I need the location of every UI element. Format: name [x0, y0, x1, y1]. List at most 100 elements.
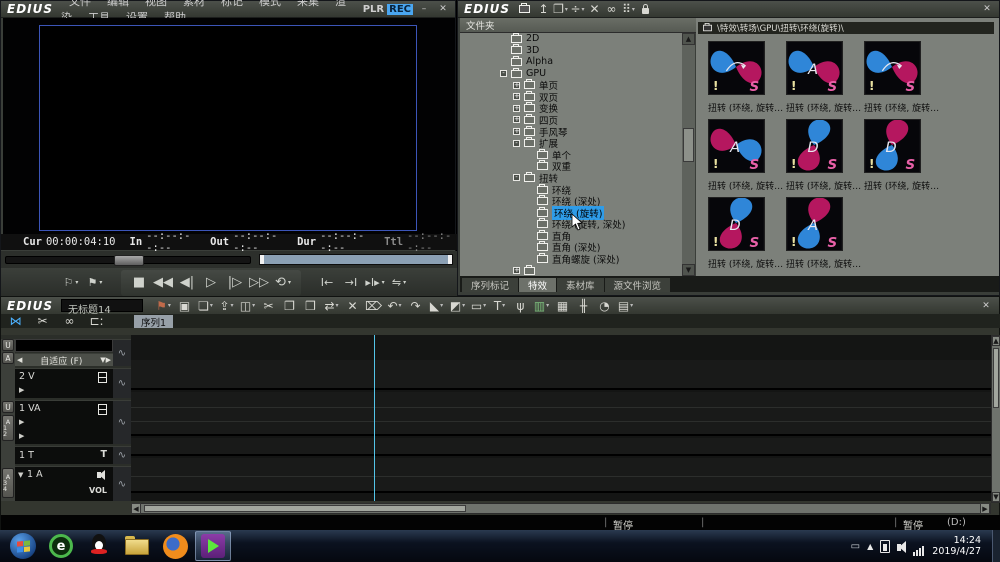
channel-map-select[interactable]: ◀ 自适应 (F) ▼▶ — [15, 353, 113, 367]
view-mode-icon[interactable]: ⠿ ▾ — [620, 2, 637, 17]
start-button[interactable] — [5, 531, 41, 561]
tree-item-Alpha[interactable]: Alpha — [460, 55, 682, 68]
loop-play-icon[interactable]: ⟲ ▾ — [273, 273, 293, 293]
lane-2v[interactable] — [131, 360, 991, 390]
clip-marker-icon[interactable]: ⚐ ▾ — [61, 273, 81, 293]
close-icon[interactable]: ✕ — [979, 3, 995, 16]
menu-item-标记[interactable]: 标记 — [213, 0, 251, 8]
vertical-scrollbar[interactable]: ▲ ▼ — [991, 335, 1000, 503]
tree-item-3D[interactable]: 3D — [460, 44, 682, 57]
timeline-marker-icon[interactable]: ⚑ ▾ — [85, 273, 105, 293]
expand-track-icon[interactable]: ▶ — [19, 432, 24, 440]
tree-item-2D[interactable]: 2D — [460, 33, 682, 45]
effect-thumbnail[interactable]: D ! S 扭转 (环绕, 旋转… — [708, 197, 783, 270]
track-header-2v[interactable]: 2 V ▶ — [15, 368, 113, 398]
expand-track-icon[interactable]: ▶ — [19, 386, 24, 394]
tree-scrollbar[interactable]: ▲ ▼ — [682, 33, 695, 276]
tree-item-单页[interactable]: + 单页 — [460, 79, 682, 92]
scroll-right-icon[interactable]: ▶ — [980, 503, 990, 514]
new-sequence-icon[interactable]: ❏ ▾ — [197, 298, 214, 313]
tree-item-双重[interactable]: 双重 — [460, 160, 682, 173]
effect-thumbnail[interactable]: D ! S 扭转 (环绕, 旋转… — [864, 119, 939, 192]
patch-indicator[interactable]: ∿ — [113, 466, 131, 501]
volume-icon[interactable] — [897, 537, 907, 556]
scroll-down-icon[interactable]: ▼ — [992, 492, 1000, 502]
cut-icon[interactable]: ✂ — [260, 298, 277, 313]
plr-indicator[interactable]: PLR — [363, 4, 384, 15]
minimize-button[interactable]: – — [416, 3, 432, 16]
title-template-icon[interactable]: ▭ ▾ — [470, 298, 487, 313]
capture-icon[interactable]: ▣ — [176, 298, 193, 313]
va-video-patch-button[interactable]: U — [2, 401, 14, 413]
scroll-down-icon[interactable]: ▼ — [682, 264, 695, 276]
menu-item-文件[interactable]: 文件 — [61, 0, 99, 8]
effect-thumbnail[interactable]: A ! S 扭转 (环绕, 旋转… — [786, 197, 861, 270]
delete-icon[interactable]: ✕ — [344, 298, 361, 313]
track-header-1va[interactable]: 1 VA ▶ ▶ — [15, 400, 113, 444]
tree-scroll-thumb[interactable] — [683, 128, 694, 162]
menu-item-素材[interactable]: 素材 — [175, 0, 213, 8]
multicam-icon[interactable]: ▦ — [554, 298, 571, 313]
horizontal-scrollbar[interactable]: ◀ ▶ — [131, 503, 991, 514]
patch-indicator[interactable]: ∿ — [113, 339, 131, 366]
qq-icon[interactable] — [81, 531, 117, 561]
ripple-delete-icon[interactable]: ⌦ — [365, 298, 382, 313]
audio-patch-button[interactable]: A — [2, 352, 14, 364]
vector-scope-icon[interactable]: ◔ — [596, 298, 613, 313]
taskbar-clock[interactable]: 14:24 2019/4/27 — [932, 535, 981, 557]
play-around-icon[interactable]: ▸Ⅰ▸ ▾ — [365, 273, 385, 293]
close-button[interactable]: ✕ — [435, 3, 451, 16]
next-frame-icon[interactable]: |▷ — [225, 273, 245, 293]
tab-素材库[interactable]: 素材库 — [557, 278, 604, 292]
replace-icon[interactable]: ⇄ ▾ — [323, 298, 340, 313]
shuttle-handle[interactable] — [114, 255, 144, 266]
effect-thumbnail[interactable]: ! S 扭转 (环绕, 旋转… — [708, 41, 783, 114]
voice-over-icon[interactable]: ψ — [512, 298, 529, 313]
scroll-up-icon[interactable]: ▲ — [992, 336, 1000, 346]
track-header-1t[interactable]: 1 T T — [15, 446, 113, 464]
tree-item-变换[interactable]: + 变换 — [460, 102, 682, 115]
set-out-icon[interactable]: →Ⅰ — [341, 273, 361, 293]
position-end-handle[interactable] — [448, 255, 452, 264]
close-icon[interactable]: ✕ — [978, 299, 994, 312]
move-up-icon[interactable]: ↥ — [535, 2, 552, 17]
track-header-1a[interactable]: ▼ 1 A VOL — [15, 466, 113, 501]
audio-mixer-icon[interactable]: ╫ — [575, 298, 592, 313]
export-icon[interactable]: ⇋ ▾ — [389, 273, 409, 293]
add-cut-point-icon[interactable]: ◣ ▾ — [428, 298, 445, 313]
audio-crossfade-icon[interactable]: ✂ — [34, 314, 51, 329]
save-project-icon[interactable]: ◫ ▾ — [239, 298, 256, 313]
hidden-icons-arrow[interactable]: ▲ — [867, 542, 873, 551]
collapse-track-icon[interactable]: ▼ — [18, 471, 23, 479]
add-speed-icon[interactable]: ▥ ▾ — [533, 298, 550, 313]
video-patch-button[interactable]: U — [2, 339, 14, 351]
scroll-thumb[interactable] — [144, 505, 466, 512]
tray-window-icon[interactable]: ▭ — [851, 541, 860, 552]
tab-源文件浏览[interactable]: 源文件浏览 — [604, 278, 671, 292]
browser-360-icon[interactable]: e — [43, 531, 79, 561]
tree-item-直角螺旋 (深处)[interactable]: 直角螺旋 (深处) — [460, 253, 682, 266]
menu-item-模式[interactable]: 模式 — [251, 0, 289, 8]
track-patch-icon[interactable]: ⊏: — [88, 314, 105, 329]
show-desktop-button[interactable] — [992, 530, 1000, 562]
firefox-icon[interactable] — [157, 531, 193, 561]
lock-icon[interactable] — [637, 2, 654, 17]
tree-item-双页[interactable]: + 双页 — [460, 90, 682, 104]
patch-indicator[interactable]: ∿ — [113, 400, 131, 444]
battery-icon[interactable] — [880, 539, 891, 553]
loop-playback-icon[interactable]: ∞ — [61, 314, 78, 329]
effect-thumbnail[interactable]: D ! S 扭转 (环绕, 旋转… — [786, 119, 861, 192]
delete-icon[interactable]: ✕ — [586, 2, 603, 17]
set-transition-icon[interactable]: ◩ ▾ — [449, 298, 466, 313]
sequence-tab[interactable]: 序列1 — [134, 315, 174, 329]
undo-icon[interactable]: ↶ ▾ — [386, 298, 403, 313]
vol-label[interactable]: VOL — [89, 486, 107, 495]
network-icon[interactable] — [913, 537, 925, 556]
paste-icon[interactable]: ❒ — [302, 298, 319, 313]
position-bar[interactable] — [259, 254, 453, 265]
lane-1a[interactable] — [131, 458, 991, 493]
tree-item-四页[interactable]: + 四页 — [460, 113, 682, 127]
prev-frame-icon[interactable]: ◀| — [177, 273, 197, 293]
position-handle[interactable] — [260, 255, 264, 264]
effect-thumbnail[interactable]: ! S 扭转 (环绕, 旋转… — [864, 41, 939, 114]
